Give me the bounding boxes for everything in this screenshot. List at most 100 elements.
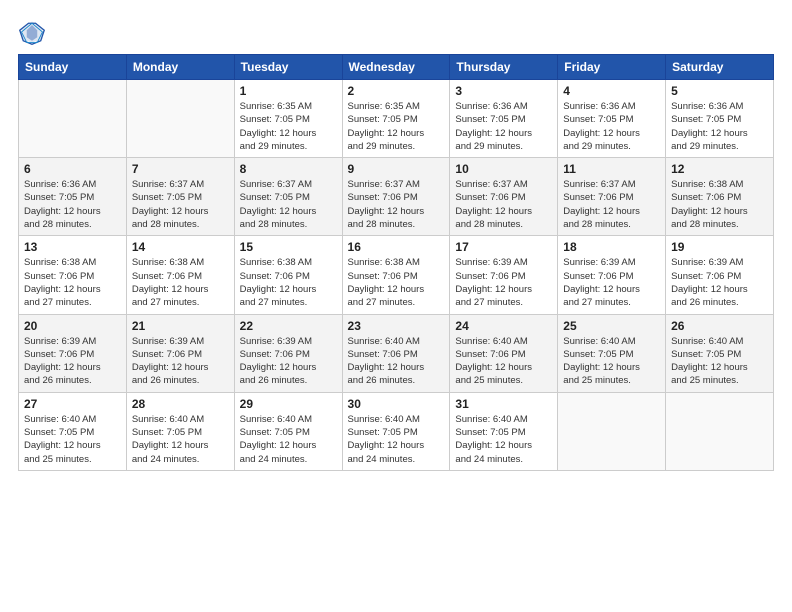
day-info: Sunrise: 6:36 AM Sunset: 7:05 PM Dayligh… xyxy=(671,100,768,153)
day-info: Sunrise: 6:39 AM Sunset: 7:06 PM Dayligh… xyxy=(132,335,229,388)
day-info: Sunrise: 6:40 AM Sunset: 7:06 PM Dayligh… xyxy=(348,335,445,388)
day-number: 3 xyxy=(455,84,552,98)
day-number: 27 xyxy=(24,397,121,411)
calendar-cell: 25Sunrise: 6:40 AM Sunset: 7:05 PM Dayli… xyxy=(558,314,666,392)
day-number: 5 xyxy=(671,84,768,98)
day-info: Sunrise: 6:40 AM Sunset: 7:06 PM Dayligh… xyxy=(455,335,552,388)
calendar-cell: 23 Sunrise: 6:40 AM Sunset: 7:06 PM Dayli… xyxy=(342,314,450,392)
day-info: Sunrise: 6:39 AM Sunset: 7:06 PM Dayligh… xyxy=(563,256,660,309)
day-number: 2 xyxy=(348,84,445,98)
day-info: Sunrise: 6:38 AM Sunset: 7:06 PM Dayligh… xyxy=(240,256,337,309)
calendar-cell: 18Sunrise: 6:39 AM Sunset: 7:06 PM Dayli… xyxy=(558,236,666,314)
weekday-header-row: SundayMondayTuesdayWednesdayThursdayFrid… xyxy=(19,55,774,80)
calendar-cell: 5 Sunrise: 6:36 AM Sunset: 7:05 PM Daylig… xyxy=(666,80,774,158)
calendar-cell: 12 Sunrise: 6:38 AM Sunset: 7:06 PM Dayli… xyxy=(666,158,774,236)
day-number: 11 xyxy=(563,162,660,176)
day-info: Sunrise: 6:37 AM Sunset: 7:05 PM Dayligh… xyxy=(132,178,229,231)
day-number: 22 xyxy=(240,319,337,333)
logo-icon xyxy=(18,18,46,46)
day-number: 17 xyxy=(455,240,552,254)
day-info: Sunrise: 6:36 AM Sunset: 7:05 PM Dayligh… xyxy=(24,178,121,231)
day-number: 6 xyxy=(24,162,121,176)
calendar-cell xyxy=(558,392,666,470)
calendar-week-row: 13 Sunrise: 6:38 AM Sunset: 7:06 PM Dayli… xyxy=(19,236,774,314)
day-info: Sunrise: 6:39 AM Sunset: 7:06 PM Dayligh… xyxy=(240,335,337,388)
day-number: 21 xyxy=(132,319,229,333)
day-info: Sunrise: 6:37 AM Sunset: 7:06 PM Dayligh… xyxy=(563,178,660,231)
calendar-cell: 24 Sunrise: 6:40 AM Sunset: 7:06 PM Dayli… xyxy=(450,314,558,392)
weekday-header-wednesday: Wednesday xyxy=(342,55,450,80)
day-number: 1 xyxy=(240,84,337,98)
day-number: 31 xyxy=(455,397,552,411)
day-info: Sunrise: 6:40 AM Sunset: 7:05 PM Dayligh… xyxy=(24,413,121,466)
day-number: 4 xyxy=(563,84,660,98)
day-info: Sunrise: 6:40 AM Sunset: 7:05 PM Dayligh… xyxy=(240,413,337,466)
day-number: 12 xyxy=(671,162,768,176)
day-info: Sunrise: 6:40 AM Sunset: 7:05 PM Dayligh… xyxy=(671,335,768,388)
logo xyxy=(18,18,50,46)
day-info: Sunrise: 6:38 AM Sunset: 7:06 PM Dayligh… xyxy=(132,256,229,309)
day-number: 9 xyxy=(348,162,445,176)
calendar-cell: 2 Sunrise: 6:35 AM Sunset: 7:05 PM Daylig… xyxy=(342,80,450,158)
calendar-cell: 8 Sunrise: 6:37 AM Sunset: 7:05 PM Daylig… xyxy=(234,158,342,236)
calendar-cell: 26 Sunrise: 6:40 AM Sunset: 7:05 PM Dayli… xyxy=(666,314,774,392)
calendar-cell xyxy=(19,80,127,158)
day-info: Sunrise: 6:36 AM Sunset: 7:05 PM Dayligh… xyxy=(563,100,660,153)
day-info: Sunrise: 6:38 AM Sunset: 7:06 PM Dayligh… xyxy=(671,178,768,231)
day-info: Sunrise: 6:37 AM Sunset: 7:06 PM Dayligh… xyxy=(348,178,445,231)
calendar-cell: 30 Sunrise: 6:40 AM Sunset: 7:05 PM Dayli… xyxy=(342,392,450,470)
calendar-cell: 16 Sunrise: 6:38 AM Sunset: 7:06 PM Dayli… xyxy=(342,236,450,314)
day-info: Sunrise: 6:39 AM Sunset: 7:06 PM Dayligh… xyxy=(455,256,552,309)
weekday-header-sunday: Sunday xyxy=(19,55,127,80)
calendar-cell: 11 Sunrise: 6:37 AM Sunset: 7:06 PM Dayli… xyxy=(558,158,666,236)
weekday-header-monday: Monday xyxy=(126,55,234,80)
calendar-cell: 20 Sunrise: 6:39 AM Sunset: 7:06 PM Dayli… xyxy=(19,314,127,392)
day-number: 30 xyxy=(348,397,445,411)
day-number: 28 xyxy=(132,397,229,411)
day-info: Sunrise: 6:37 AM Sunset: 7:05 PM Dayligh… xyxy=(240,178,337,231)
calendar-cell xyxy=(126,80,234,158)
calendar-cell: 4 Sunrise: 6:36 AM Sunset: 7:05 PM Daylig… xyxy=(558,80,666,158)
header xyxy=(18,18,774,46)
calendar-week-row: 1 Sunrise: 6:35 AM Sunset: 7:05 PM Daylig… xyxy=(19,80,774,158)
day-number: 26 xyxy=(671,319,768,333)
day-number: 19 xyxy=(671,240,768,254)
calendar-cell: 14 Sunrise: 6:38 AM Sunset: 7:06 PM Dayli… xyxy=(126,236,234,314)
day-info: Sunrise: 6:36 AM Sunset: 7:05 PM Dayligh… xyxy=(455,100,552,153)
day-number: 15 xyxy=(240,240,337,254)
day-number: 13 xyxy=(24,240,121,254)
day-number: 23 xyxy=(348,319,445,333)
calendar-cell: 28Sunrise: 6:40 AM Sunset: 7:05 PM Dayli… xyxy=(126,392,234,470)
day-number: 20 xyxy=(24,319,121,333)
day-number: 10 xyxy=(455,162,552,176)
day-info: Sunrise: 6:39 AM Sunset: 7:06 PM Dayligh… xyxy=(24,335,121,388)
day-info: Sunrise: 6:38 AM Sunset: 7:06 PM Dayligh… xyxy=(24,256,121,309)
day-info: Sunrise: 6:40 AM Sunset: 7:05 PM Dayligh… xyxy=(348,413,445,466)
page: SundayMondayTuesdayWednesdayThursdayFrid… xyxy=(0,0,792,612)
weekday-header-friday: Friday xyxy=(558,55,666,80)
day-info: Sunrise: 6:35 AM Sunset: 7:05 PM Dayligh… xyxy=(240,100,337,153)
calendar-week-row: 6 Sunrise: 6:36 AM Sunset: 7:05 PM Daylig… xyxy=(19,158,774,236)
calendar-cell: 22 Sunrise: 6:39 AM Sunset: 7:06 PM Dayli… xyxy=(234,314,342,392)
day-number: 24 xyxy=(455,319,552,333)
weekday-header-tuesday: Tuesday xyxy=(234,55,342,80)
day-number: 16 xyxy=(348,240,445,254)
calendar-cell: 31 Sunrise: 6:40 AM Sunset: 7:05 PM Dayli… xyxy=(450,392,558,470)
calendar-cell: 27 Sunrise: 6:40 AM Sunset: 7:05 PM Dayli… xyxy=(19,392,127,470)
day-number: 8 xyxy=(240,162,337,176)
day-info: Sunrise: 6:35 AM Sunset: 7:05 PM Dayligh… xyxy=(348,100,445,153)
calendar-cell: 29 Sunrise: 6:40 AM Sunset: 7:05 PM Dayli… xyxy=(234,392,342,470)
weekday-header-saturday: Saturday xyxy=(666,55,774,80)
calendar-cell: 21 Sunrise: 6:39 AM Sunset: 7:06 PM Dayli… xyxy=(126,314,234,392)
weekday-header-thursday: Thursday xyxy=(450,55,558,80)
day-number: 14 xyxy=(132,240,229,254)
day-number: 29 xyxy=(240,397,337,411)
day-info: Sunrise: 6:37 AM Sunset: 7:06 PM Dayligh… xyxy=(455,178,552,231)
calendar-cell: 19Sunrise: 6:39 AM Sunset: 7:06 PM Dayli… xyxy=(666,236,774,314)
calendar-table: SundayMondayTuesdayWednesdayThursdayFrid… xyxy=(18,54,774,471)
day-info: Sunrise: 6:40 AM Sunset: 7:05 PM Dayligh… xyxy=(455,413,552,466)
calendar-cell: 10 Sunrise: 6:37 AM Sunset: 7:06 PM Dayli… xyxy=(450,158,558,236)
day-info: Sunrise: 6:38 AM Sunset: 7:06 PM Dayligh… xyxy=(348,256,445,309)
day-number: 25 xyxy=(563,319,660,333)
calendar-cell: 17 Sunrise: 6:39 AM Sunset: 7:06 PM Dayli… xyxy=(450,236,558,314)
